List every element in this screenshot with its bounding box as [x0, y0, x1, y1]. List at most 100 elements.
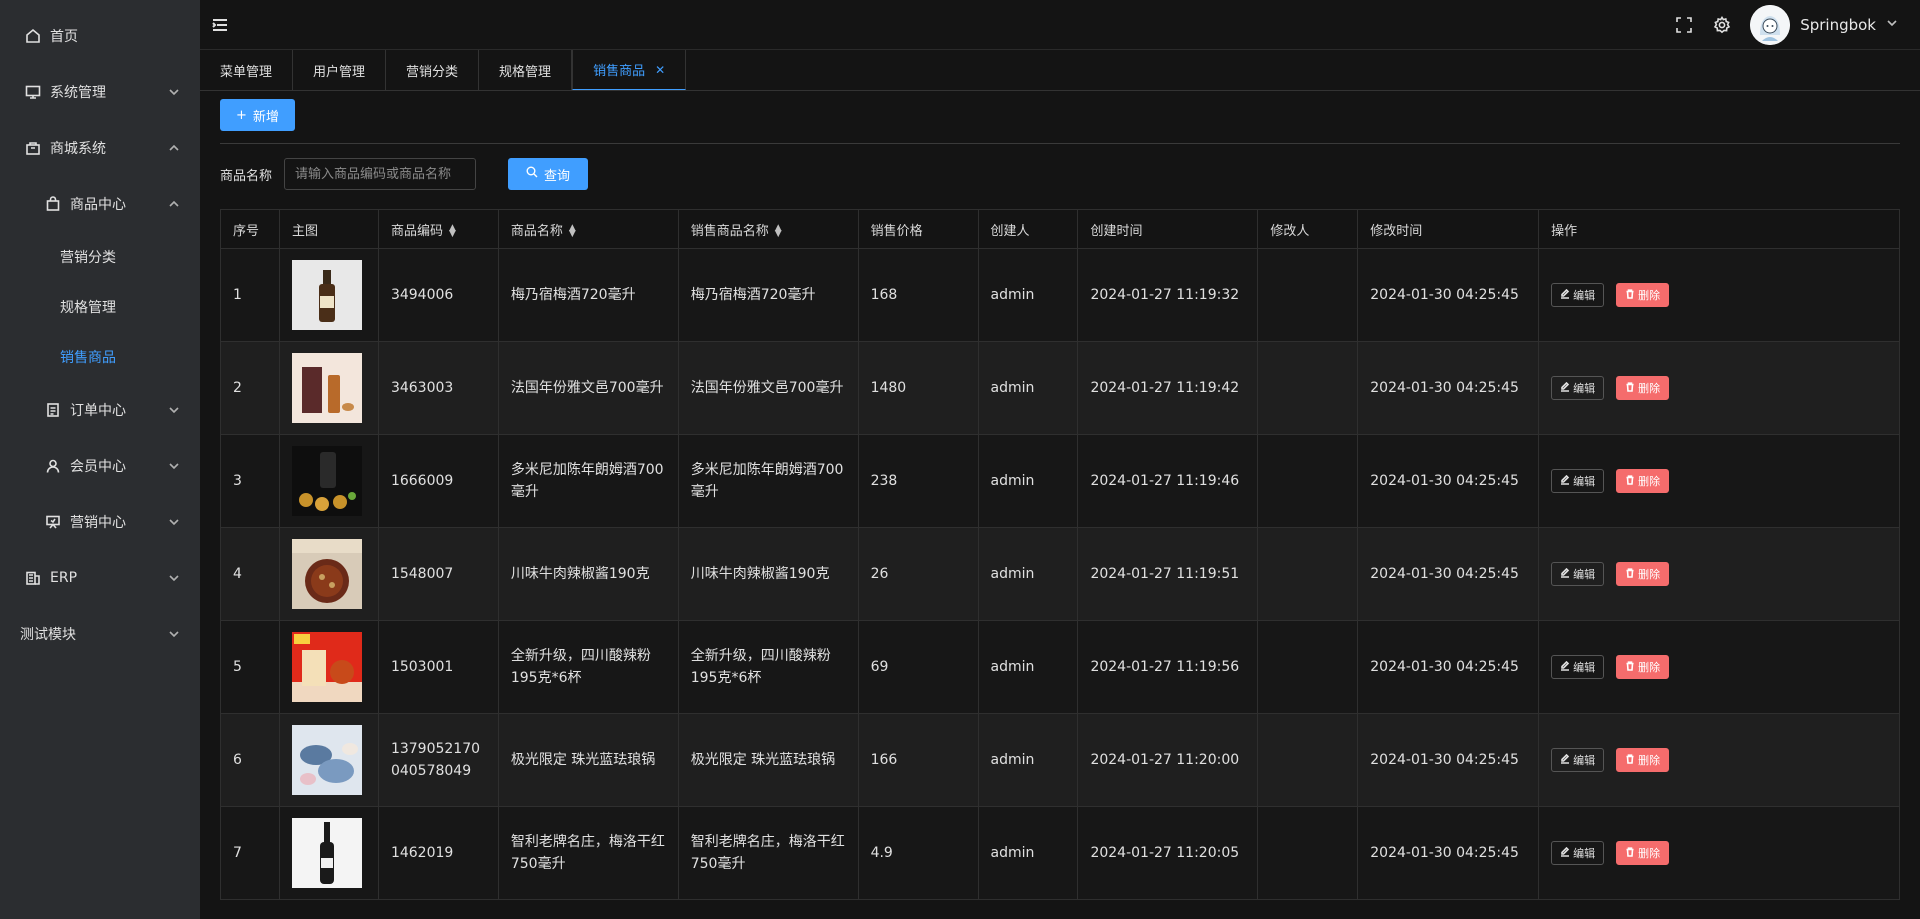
edit-button[interactable]: 编辑: [1551, 841, 1605, 865]
cell-price: 238: [857, 434, 979, 528]
row-actions: 编辑 删除: [1551, 283, 1887, 307]
tab-menu-manage[interactable]: 菜单管理: [200, 50, 294, 90]
user-menu[interactable]: Springbok: [1750, 4, 1898, 45]
cell-name: 川味牛肉辣椒酱190克: [497, 527, 679, 621]
edit-icon: [1560, 567, 1570, 581]
col-header-sortable[interactable]: 商品编码 ▲ ▼: [377, 209, 499, 249]
cell-image: [278, 806, 379, 900]
edit-button[interactable]: 编辑: [1551, 562, 1605, 586]
tab-spec-manage[interactable]: 规格管理: [479, 50, 573, 90]
fullscreen-icon[interactable]: [1674, 15, 1694, 35]
cell-created: 2024-01-27 11:19:32: [1077, 248, 1259, 342]
edit-button[interactable]: 编辑: [1551, 469, 1605, 493]
sidebar-item-marketing-category[interactable]: 营销分类: [0, 232, 200, 282]
cell-creator: admin: [977, 434, 1079, 528]
cell-created: 2024-01-27 11:20:00: [1077, 713, 1259, 807]
shop-icon: [24, 139, 42, 157]
col-header: 操作: [1538, 209, 1900, 249]
query-button-label: 查询: [544, 168, 571, 184]
delete-button[interactable]: 删除: [1616, 841, 1670, 865]
sidebar-item-label: 销售商品: [60, 350, 116, 366]
edit-button[interactable]: 编辑: [1551, 748, 1605, 772]
tab-marketing-category[interactable]: 营销分类: [386, 50, 480, 90]
product-thumbnail: [291, 260, 366, 330]
sidebar-item-test-module[interactable]: 测试模块: [0, 606, 200, 662]
query-button[interactable]: 查询: [508, 158, 589, 190]
delete-button-label: 删除: [1638, 568, 1661, 581]
col-header-sortable[interactable]: 销售商品名称 ▲ ▼: [677, 209, 859, 249]
sidebar-item-member-center[interactable]: 会员中心: [0, 438, 200, 494]
sidebar-item-marketing-center[interactable]: 营销中心: [0, 494, 200, 550]
cell-image: [278, 434, 379, 528]
col-header-label: 商品名称: [510, 223, 563, 239]
table-row: 5 1503001 全新升级，四川酸辣粉195克*6杯 全新升级，四川酸辣粉195克*…: [220, 620, 1900, 714]
sidebar-item-spec-manage[interactable]: 规格管理: [0, 282, 200, 332]
table-row: 6 1379052170040578049 极光限定 珠光蓝珐琅锅 极光限定 珠光蓝珐…: [220, 713, 1900, 807]
cell-price: 166: [857, 713, 979, 807]
sidebar-item-home[interactable]: 首页: [0, 8, 200, 64]
presentation-icon: [44, 513, 62, 531]
cell-creator: admin: [977, 713, 1079, 807]
sidebar-item-sale-goods[interactable]: 销售商品: [0, 332, 200, 382]
menu-fold-icon[interactable]: [212, 15, 232, 35]
search-input[interactable]: [284, 158, 477, 190]
product-thumbnail: [291, 446, 366, 516]
cell-created: 2024-01-27 11:20:05: [1077, 806, 1259, 900]
sidebar-item-label: 商品中心: [70, 197, 126, 213]
edit-button[interactable]: 编辑: [1551, 376, 1605, 400]
add-button[interactable]: + 新增: [220, 99, 295, 131]
edit-button-label: 编辑: [1573, 847, 1596, 860]
sidebar-item-order-center[interactable]: 订单中心: [0, 382, 200, 438]
sort-icon[interactable]: ▲ ▼: [569, 224, 576, 239]
tab-sale-goods[interactable]: 销售商品 ✕: [572, 50, 687, 90]
col-header-sortable[interactable]: 商品名称 ▲ ▼: [497, 209, 679, 249]
col-header-label: 销售商品名称: [690, 223, 769, 239]
cell-image: [278, 713, 379, 807]
cell-ops: 编辑 删除: [1538, 341, 1900, 435]
cell-ops: 编辑 删除: [1538, 620, 1900, 714]
sidebar-item-label: 规格管理: [60, 300, 116, 316]
sidebar-item-label: 营销分类: [60, 250, 116, 266]
delete-button-label: 删除: [1638, 754, 1661, 767]
sidebar-item-system[interactable]: 系统管理: [0, 64, 200, 120]
sidebar-item-mall[interactable]: 商城系统: [0, 120, 200, 176]
trash-icon: [1625, 846, 1635, 860]
cell-modifier: [1257, 620, 1359, 714]
sidebar-item-label: 首页: [50, 29, 78, 45]
sidebar-item-goods-center[interactable]: 商品中心: [0, 176, 200, 232]
tab-label: 用户管理: [313, 64, 366, 80]
search-label: 商品名称: [220, 168, 273, 184]
sidebar-item-label: 测试模块: [20, 627, 76, 643]
cell-sale-name: 梅乃宿梅酒720毫升: [677, 248, 859, 342]
edit-button[interactable]: 编辑: [1551, 655, 1605, 679]
cell-sale-name: 智利老牌名庄，梅洛干红750毫升: [677, 806, 859, 900]
chevron-down-icon: [168, 572, 180, 584]
divider: [220, 143, 1900, 144]
sidebar-item-label: 商城系统: [50, 141, 106, 157]
delete-button[interactable]: 删除: [1616, 469, 1670, 493]
cell-name: 梅乃宿梅酒720毫升: [497, 248, 679, 342]
sort-icon[interactable]: ▲ ▼: [775, 224, 782, 239]
cell-no: 5: [220, 620, 280, 714]
cell-sale-name: 全新升级，四川酸辣粉195克*6杯: [677, 620, 859, 714]
tab-user-manage[interactable]: 用户管理: [293, 50, 387, 90]
cell-modifier: [1257, 434, 1359, 528]
edit-button-label: 编辑: [1573, 661, 1596, 674]
delete-button[interactable]: 删除: [1616, 376, 1670, 400]
sidebar: 首页 系统管理 商城系统 商品中心 营销分类 规格管理 销售商品 订单中心 会员…: [0, 0, 200, 919]
edit-button[interactable]: 编辑: [1551, 283, 1605, 307]
cell-name: 智利老牌名庄，梅洛干红750毫升: [497, 806, 679, 900]
main-area: Springbok 菜单管理 用户管理 营销分类 规格管理 销售商品 ✕ + 新增…: [200, 0, 1920, 919]
close-icon[interactable]: ✕: [655, 63, 665, 77]
delete-button[interactable]: 删除: [1616, 283, 1670, 307]
delete-button[interactable]: 删除: [1616, 655, 1670, 679]
tab-label: 营销分类: [406, 64, 459, 80]
trash-icon: [1625, 660, 1635, 674]
tab-label: 菜单管理: [220, 64, 273, 80]
delete-button[interactable]: 删除: [1616, 748, 1670, 772]
sort-icon[interactable]: ▲ ▼: [449, 224, 456, 239]
gear-icon[interactable]: [1712, 15, 1732, 35]
cell-modified: 2024-01-30 04:25:45: [1357, 713, 1540, 807]
sidebar-item-erp[interactable]: ERP: [0, 550, 200, 606]
delete-button[interactable]: 删除: [1616, 562, 1670, 586]
